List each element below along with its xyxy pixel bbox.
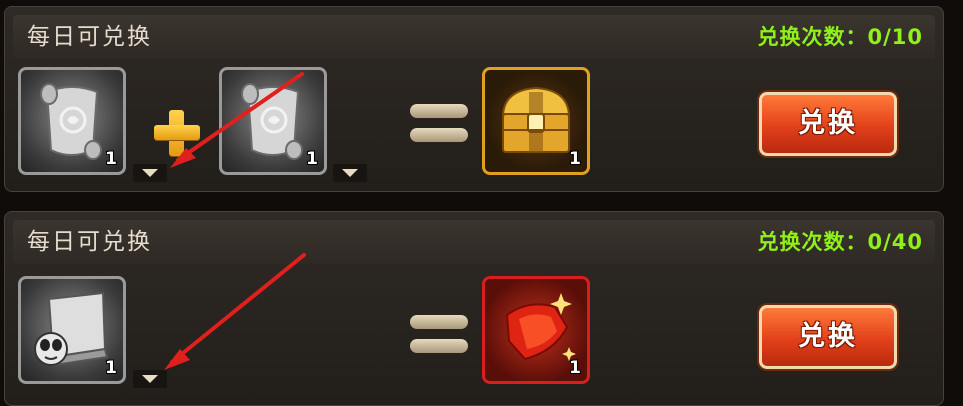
exchange-count: 兑换次数：0/10 — [757, 25, 923, 49]
input-item-slot[interactable]: 1 — [18, 276, 126, 384]
panel-header: 每日可兑换 兑换次数：0/10 — [13, 15, 935, 59]
item-dropdown-toggle[interactable] — [133, 164, 167, 182]
exchange-button[interactable]: 兑换 — [759, 92, 897, 156]
result-item-slot[interactable]: 1 — [482, 276, 590, 384]
equals-icon — [410, 313, 468, 357]
exchange-button[interactable]: 兑换 — [759, 305, 897, 369]
panel-title: 每日可兑换 — [27, 229, 152, 255]
result-item-slot[interactable]: 1 — [482, 67, 590, 175]
item-dropdown-toggle[interactable] — [333, 164, 367, 182]
item-quantity: 1 — [306, 149, 318, 169]
exchange-panel-1: 每日可兑换 兑换次数：0/10 1 1 1 兑换 — [4, 6, 944, 192]
item-quantity: 1 — [105, 358, 117, 378]
item-quantity: 1 — [569, 358, 581, 378]
item-quantity: 1 — [569, 149, 581, 169]
input-item-slot[interactable]: 1 — [18, 67, 126, 175]
plus-icon — [152, 108, 202, 158]
item-dropdown-toggle[interactable] — [133, 370, 167, 388]
exchange-panel-2: 每日可兑换 兑换次数：0/40 1 1 兑换 — [4, 211, 944, 406]
input-item-slot[interactable]: 1 — [219, 67, 327, 175]
exchange-count: 兑换次数：0/40 — [757, 230, 923, 254]
item-quantity: 1 — [105, 149, 117, 169]
panel-header: 每日可兑换 兑换次数：0/40 — [13, 220, 935, 264]
panel-title: 每日可兑换 — [27, 24, 152, 50]
equals-icon — [410, 102, 468, 146]
